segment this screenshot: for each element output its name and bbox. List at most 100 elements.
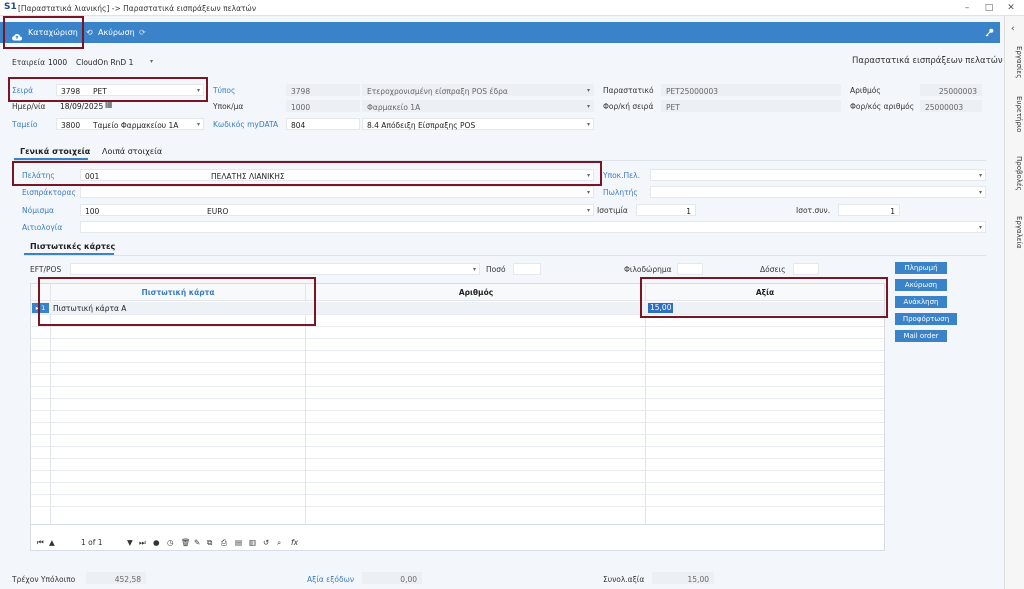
refresh-icon[interactable]: ⟳ <box>139 22 151 43</box>
mydata-name-field[interactable]: 8.4 Απόδειξη Είσπραξης POS ▾ <box>362 118 594 130</box>
parity-label: Ισοτιμία <box>597 206 628 215</box>
next-page-icon[interactable]: ▼ <box>127 538 133 547</box>
company-name[interactable]: CloudOn RnD 1 <box>76 58 133 67</box>
date-value[interactable]: 18/09/2025 <box>60 102 103 111</box>
link-icon[interactable]: ↺ <box>263 538 269 547</box>
title-bar: S1 [Παραστατικά λιανικής] -> Παραστατικά… <box>0 0 1024 16</box>
seller-label[interactable]: Πωλητής <box>603 188 638 197</box>
cancel-label: Ακύρωση <box>98 28 135 37</box>
side-tab-tasks[interactable]: Εργασίες <box>1007 46 1023 78</box>
toolbar: Καταχώριση ⟲ Ακύρωση ⟳ <box>0 22 1000 43</box>
chevron-down-icon[interactable]: ▾ <box>979 172 982 179</box>
preload-button[interactable]: Προφόρτωση <box>895 313 957 325</box>
highlight-customer <box>12 161 602 186</box>
side-tab-tools[interactable]: Εργαλεία <box>1007 216 1023 249</box>
document-value: PET25000003 <box>666 87 719 96</box>
tip-field[interactable] <box>677 263 703 275</box>
collapse-chevron-icon[interactable]: ‹ <box>1011 24 1015 34</box>
timer-icon[interactable]: ◷ <box>167 538 174 547</box>
last-page-icon[interactable]: ⏭ <box>139 538 146 548</box>
chevron-down-icon[interactable]: ▾ <box>473 266 476 273</box>
total-label: Συνολ.αξία <box>603 575 645 584</box>
currency-field[interactable]: 100 EURO ▾ <box>80 204 594 216</box>
customer-branch-label[interactable]: Υποκ.Πελ. <box>603 171 640 180</box>
amount-field[interactable] <box>513 263 541 275</box>
chevron-down-icon[interactable]: ▾ <box>587 87 590 94</box>
expenses-label[interactable]: Αξία εξόδων <box>307 575 354 584</box>
attach-icon[interactable]: ⧉ <box>207 538 212 548</box>
installments-field[interactable] <box>793 263 819 275</box>
type-code: 3798 <box>291 87 311 96</box>
parity-coef-label: Ισοτ.συν. <box>796 206 831 215</box>
currency-name: EURO <box>207 207 229 216</box>
type-name-field[interactable]: Ετεροχρονισμένη είσπραξη POS έδρα ▾ <box>362 84 594 96</box>
number-field: 25000003 <box>920 84 982 96</box>
branch-name-field[interactable]: Φαρμακείο 1Α ▾ <box>362 100 594 112</box>
currency-label[interactable]: Νόμισμα <box>22 206 54 215</box>
number-label: Αριθμός <box>850 86 881 95</box>
calendar-icon[interactable]: ▦ <box>105 100 113 109</box>
company-code: 1000 <box>48 58 68 67</box>
prev-page-icon[interactable]: ▲ <box>49 538 55 547</box>
cashbox-label[interactable]: Ταμείο <box>12 120 37 129</box>
tab-other[interactable]: Λοιπά στοιχεία <box>102 147 162 156</box>
chevron-down-icon[interactable]: ▾ <box>979 189 982 196</box>
chevron-down-icon[interactable]: ▾ <box>587 189 590 196</box>
cancel-button[interactable]: ⟲ Ακύρωση <box>86 22 141 43</box>
tax-series-value: PET <box>666 103 680 112</box>
eft-field[interactable]: ▾ <box>70 263 480 275</box>
chevron-down-icon[interactable]: ▾ <box>197 121 200 128</box>
collector-label[interactable]: Εισπράκτορας <box>22 188 76 197</box>
cashbox-field[interactable]: 3800 Ταμείο Φαρμακείου 1Α ▾ <box>56 118 204 130</box>
minimize-button[interactable]: – <box>960 2 974 14</box>
chevron-down-icon[interactable]: ▾ <box>587 103 590 110</box>
column-number[interactable]: Αριθμός <box>306 288 646 297</box>
side-tab-index[interactable]: Ευρετήριο <box>1007 96 1023 132</box>
highlight-value-column <box>640 277 888 318</box>
parity-field[interactable]: 1 <box>636 204 696 216</box>
person-icon[interactable]: ● <box>153 538 160 547</box>
customer-branch-field[interactable]: ▾ <box>650 169 986 181</box>
reason-label[interactable]: Αιτιολογία <box>22 223 62 232</box>
branch-code-field: 1000 <box>286 100 360 112</box>
form-title: Παραστατικά εισπράξεων πελατών <box>852 56 1003 66</box>
chevron-down-icon[interactable]: ▾ <box>587 207 590 214</box>
parity-coef-value: 1 <box>890 207 895 216</box>
pay-button[interactable]: Πληρωμή <box>895 262 947 274</box>
cashbox-name: Ταμείο Φαρμακείου 1Α <box>93 121 179 130</box>
type-name: Ετεροχρονισμένη είσπραξη POS έδρα <box>367 87 508 96</box>
print-icon[interactable]: ⎙ <box>221 538 227 548</box>
side-tab-views[interactable]: Προβολές <box>1007 156 1023 191</box>
formula-icon[interactable]: fx <box>291 538 298 547</box>
delete-icon[interactable]: 🗑 <box>181 538 191 547</box>
expenses-field: 0,00 <box>362 572 422 584</box>
recall-button[interactable]: Ανάκληση <box>895 296 947 308</box>
chevron-down-icon[interactable]: ▾ <box>587 121 590 128</box>
search-icon[interactable]: ⌕ <box>277 538 281 548</box>
company-dropdown-icon[interactable]: ▾ <box>150 58 153 65</box>
branch-label: Υποκ/μα <box>213 102 244 111</box>
mydata-code-field[interactable]: 804 <box>286 118 360 130</box>
tab-credit-cards[interactable]: Πιστωτικές κάρτες <box>30 242 115 251</box>
document-field: PET25000003 <box>661 84 841 96</box>
reason-field[interactable]: ▾ <box>80 221 986 233</box>
collector-field[interactable]: ▾ <box>80 186 594 198</box>
void-button[interactable]: Ακύρωση <box>895 279 947 291</box>
maximize-button[interactable]: □ <box>982 2 996 14</box>
mail-order-button[interactable]: Mail order <box>895 330 947 342</box>
chevron-down-icon[interactable]: ▾ <box>979 224 982 231</box>
type-label[interactable]: Τύπος <box>213 86 235 95</box>
parity-coef-field[interactable]: 1 <box>838 204 900 216</box>
close-button[interactable]: ✕ <box>1004 2 1018 14</box>
branch-name: Φαρμακείο 1Α <box>367 103 421 112</box>
number-value: 25000003 <box>938 87 977 96</box>
document-icon[interactable]: ▤ <box>235 538 242 547</box>
seller-field[interactable]: ▾ <box>650 186 986 198</box>
first-page-icon[interactable]: ⏮ <box>37 538 44 548</box>
edit-icon[interactable]: ✎ <box>194 538 200 547</box>
key-icon[interactable] <box>985 22 997 43</box>
mydata-label[interactable]: Κωδικός myDATA <box>213 120 278 129</box>
tab-general[interactable]: Γενικά στοιχεία <box>20 147 90 156</box>
export-icon[interactable]: ▥ <box>249 538 256 547</box>
document-label: Παραστατικό <box>603 86 654 95</box>
